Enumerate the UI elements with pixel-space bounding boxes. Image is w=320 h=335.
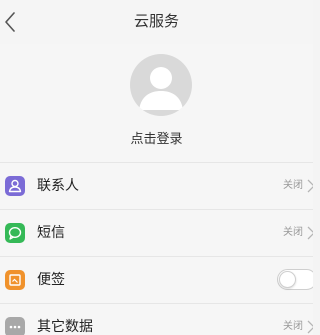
notes-sync-toggle[interactable] — [277, 269, 313, 290]
chevron-right-icon — [307, 226, 313, 240]
notes-icon — [5, 270, 25, 290]
chevron-right-icon — [307, 320, 313, 334]
list-item-contacts[interactable]: 联系人 关闭 — [0, 162, 313, 209]
list-item-label: 短信 — [37, 225, 65, 241]
list-item-label: 联系人 — [37, 178, 79, 194]
status-text: 关闭 — [283, 180, 303, 191]
contacts-icon — [5, 176, 25, 196]
title-bar: 云服务 — [0, 0, 313, 44]
avatar[interactable] — [130, 54, 192, 116]
login-link[interactable]: 点击登录 — [0, 130, 313, 150]
page-title: 云服务 — [133, 12, 179, 30]
sync-list: 联系人 关闭 短信 关闭 便签 其它数据 关闭 — [0, 162, 313, 335]
message-icon — [5, 223, 25, 243]
default-avatar-icon — [139, 67, 183, 110]
chevron-right-icon — [307, 179, 313, 193]
list-item-label: 便签 — [37, 272, 65, 288]
cloud-service-screen: 云服务 点击登录 联系人 关闭 短信 关闭 便签 其它数据 关闭 — [0, 0, 313, 335]
toggle-knob — [279, 271, 296, 288]
status-text: 关闭 — [283, 321, 303, 332]
list-item-sms[interactable]: 短信 关闭 — [0, 209, 313, 256]
more-data-icon — [5, 317, 25, 335]
list-item-notes[interactable]: 便签 — [0, 256, 313, 303]
profile-section: 点击登录 — [0, 44, 313, 162]
list-item-other-data[interactable]: 其它数据 关闭 — [0, 303, 313, 335]
list-item-label: 其它数据 — [37, 319, 93, 335]
status-text: 关闭 — [283, 227, 303, 238]
